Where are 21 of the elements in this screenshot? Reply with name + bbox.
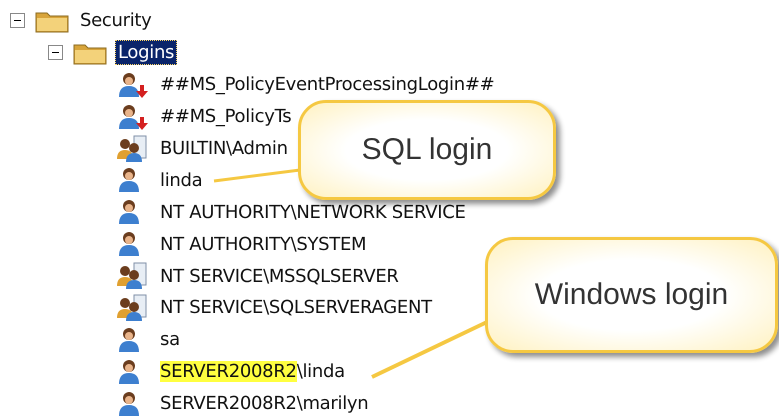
login-name[interactable]: ##MS_PolicyTs bbox=[157, 104, 294, 130]
login-name[interactable]: ##MS_PolicyEventProcessingLogin## bbox=[157, 72, 498, 98]
login-name[interactable]: BUILTIN\Admin bbox=[157, 136, 291, 161]
user-group-icon bbox=[116, 134, 148, 162]
login-name[interactable]: NT AUTHORITY\NETWORK SERVICE bbox=[157, 200, 469, 225]
tree-item[interactable]: Security bbox=[77, 8, 155, 34]
login-name[interactable]: SERVER2008R2\marilyn bbox=[157, 391, 372, 416]
callout-text: SQL login bbox=[362, 133, 492, 167]
login-name[interactable]: NT SERVICE\MSSQLSERVER bbox=[157, 264, 402, 289]
user-group-icon bbox=[116, 294, 148, 322]
user-down-arrow-icon bbox=[116, 70, 148, 99]
login-name[interactable]: sa bbox=[157, 327, 183, 352]
login-name[interactable]: NT AUTHORITY\SYSTEM bbox=[157, 232, 370, 257]
user-group-icon bbox=[116, 262, 148, 290]
collapse-toggle[interactable] bbox=[48, 45, 63, 60]
login-name[interactable]: linda bbox=[157, 168, 206, 193]
callout-text: Windows login bbox=[534, 278, 728, 312]
collapse-toggle[interactable] bbox=[10, 13, 25, 28]
login-name[interactable]: NT SERVICE\SQLSERVERAGENT bbox=[157, 295, 435, 320]
tree-item[interactable]: Logins bbox=[115, 40, 178, 66]
user-down-arrow-icon bbox=[116, 102, 148, 131]
